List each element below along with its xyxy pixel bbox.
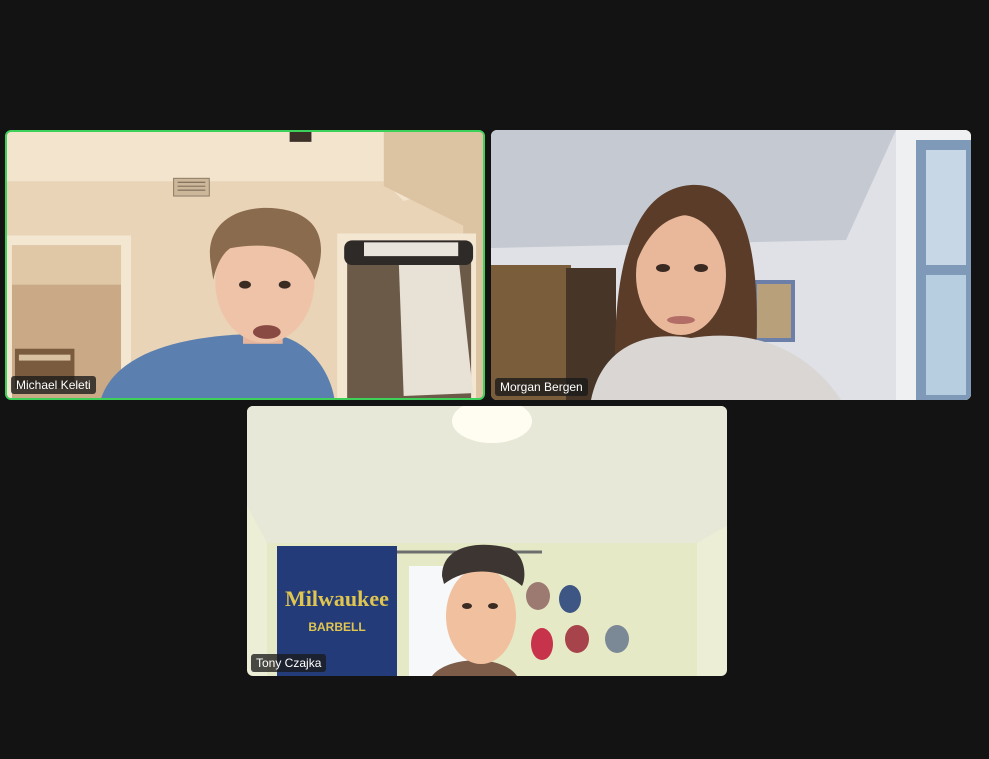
banner-text-sub: BARBELL (308, 620, 365, 634)
banner-text-main: Milwaukee (285, 586, 389, 611)
participant-video (7, 132, 483, 398)
video-tile-tony-czajka[interactable]: Milwaukee BARBELL Tony Czajka (247, 406, 727, 676)
participant-video: Milwaukee BARBELL (247, 406, 727, 676)
participant-name-label: Tony Czajka (251, 654, 327, 672)
participant-video (491, 130, 971, 400)
participant-name-label: Morgan Bergen (495, 378, 588, 396)
video-tile-michael-keleti[interactable]: Michael Keleti (5, 130, 485, 400)
participant-name-label: Michael Keleti (11, 376, 96, 394)
video-tile-morgan-bergen[interactable]: Morgan Bergen (491, 130, 971, 400)
